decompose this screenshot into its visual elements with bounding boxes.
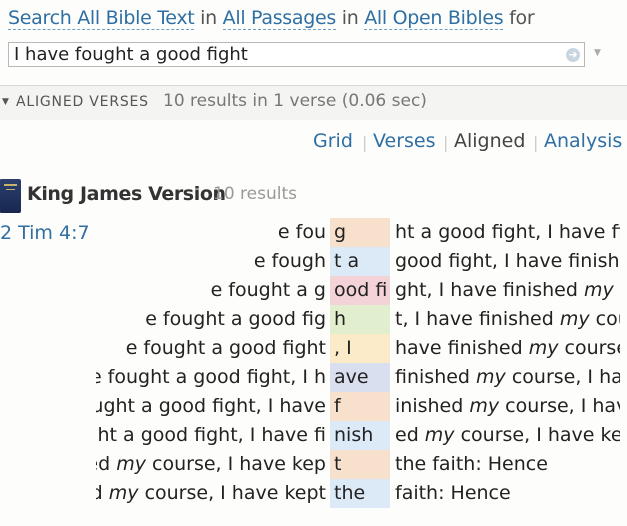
section-title: ALIGNED VERSES [16,94,149,110]
match-highlight[interactable]: h [330,305,390,334]
version-name[interactable]: King James Version [27,183,226,205]
tab-grid[interactable]: Grid [313,130,353,152]
aligned-result-row[interactable]: I have finished my course, I have keptth… [0,450,627,479]
search-header: Search All Bible Text in All Passages in… [0,0,627,84]
chevron-down-icon[interactable]: ▼ [594,48,601,58]
collapse-triangle-icon[interactable]: ▼ [2,97,9,107]
context-after: t, I have finished my course [395,308,620,330]
match-highlight[interactable]: nish [330,421,390,450]
tab-analysis[interactable]: Analysis [544,130,622,152]
bible-book-icon [0,179,21,213]
bibles-link[interactable]: All Open Bibles [364,7,504,30]
aligned-result-row[interactable]: e fought a good fight, Ihave finished my… [0,334,627,363]
in-label-2: in [341,7,359,29]
match-highlight[interactable]: t [330,450,390,479]
match-highlight[interactable]: t a [330,247,390,276]
context-before: I have fought a good fight, I h [96,366,326,388]
context-after: have finished my course, I [395,337,620,359]
results-summary: 10 results in 1 verse (0.06 sec) [163,91,427,111]
context-after: finished my course, I have [395,366,620,388]
context-before: e fou [277,221,326,243]
passages-link[interactable]: All Passages [222,7,336,30]
match-highlight[interactable]: ave [330,363,390,392]
version-result-count: 10 results [213,184,297,204]
tab-separator: | [362,133,368,152]
search-scope-line: Search All Bible Text in All Passages in… [8,5,535,31]
aligned-result-row[interactable]: e fough t a good fight, I have finished [0,247,627,276]
match-highlight[interactable]: g [330,218,390,247]
context-before: I have fought a good fight, I have fi [96,424,326,446]
context-before: e fought a good fight [125,337,326,359]
tab-aligned[interactable]: Aligned [454,130,525,152]
match-highlight[interactable]: the [330,479,390,508]
context-after: ht a good fight, I have fin [395,221,620,243]
go-arrow-icon[interactable]: ➜ [566,48,580,62]
search-type-link[interactable]: Search All Bible Text [8,7,195,30]
match-highlight[interactable]: , I [330,334,390,363]
aligned-result-row[interactable]: e fought a good fight, I have finished m… [0,276,627,305]
aligned-result-row[interactable]: I have fought a good fight, I havefinish… [0,392,627,421]
for-label: for [509,7,535,29]
in-label-1: in [200,7,217,29]
aligned-result-row[interactable]: I have fought a good fight, I have finis… [0,421,627,450]
match-highlight[interactable]: ood fi [330,276,390,305]
context-before: e fought a good fig [145,308,326,330]
context-before: I have fought a good fight, I have [96,395,326,417]
aligned-result-row[interactable]: e fought a good fight, I have finished m… [0,305,627,334]
context-before: e fough [253,250,326,272]
aligned-result-row[interactable]: I have finished my course, I have keptth… [0,479,627,508]
tab-separator: | [443,133,449,152]
context-after: inished my course, I have [395,395,620,417]
tab-separator: | [533,133,539,152]
tab-verses[interactable]: Verses [373,130,436,152]
context-before: I have finished my course, I have kept [96,482,326,504]
search-input[interactable] [8,42,585,67]
match-highlight[interactable]: f [330,392,390,421]
context-before: e fought a g [210,279,326,301]
aligned-result-row[interactable]: e fou g ht a good fight, I have fin [0,218,627,247]
context-after: ght, I have finished my course [395,279,620,301]
aligned-result-row[interactable]: I have fought a good fight, I havefinish… [0,363,627,392]
context-after: ed my course, I have kept [395,424,620,446]
context-after: the faith: Hence [395,453,548,475]
context-after: good fight, I have finished [395,250,620,272]
context-after: faith: Hence [395,482,511,504]
context-before: I have finished my course, I have kep [96,453,326,475]
